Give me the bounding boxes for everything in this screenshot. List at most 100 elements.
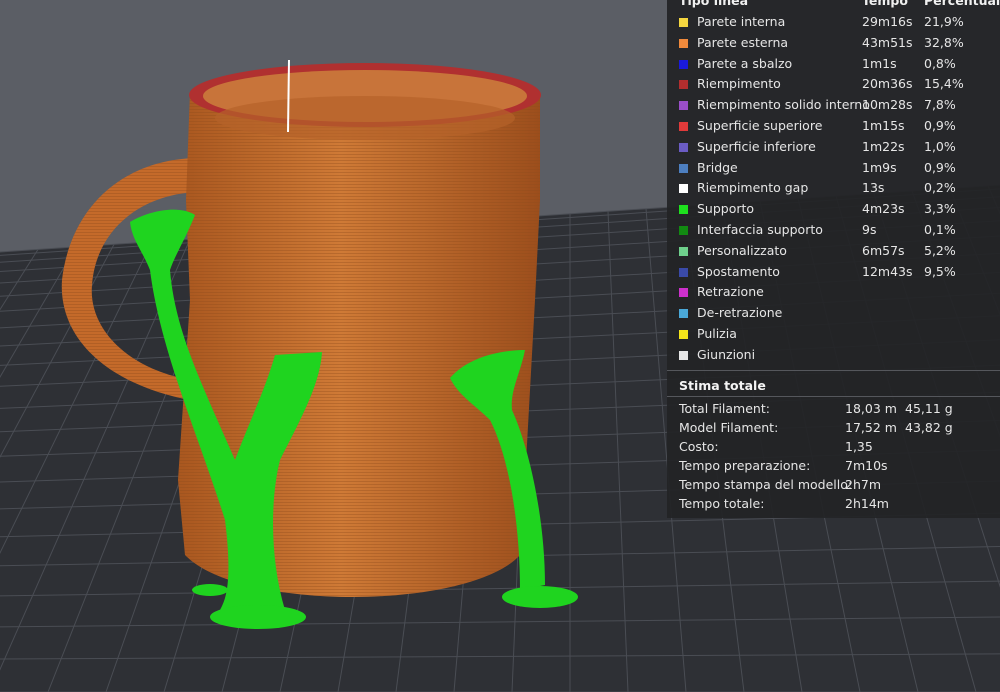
legend-row-time: 20m36s xyxy=(862,76,913,92)
legend-row[interactable]: Giunzioni xyxy=(667,345,1000,366)
legend-row-percent: 0,9% xyxy=(924,118,956,133)
legend-row[interactable]: Parete esterna 43m51s 32,8% xyxy=(667,33,1000,54)
legend-row[interactable]: Riempimento gap 13s 0,2% xyxy=(667,178,1000,199)
legend-row[interactable]: Retrazione xyxy=(667,282,1000,303)
color-swatch xyxy=(679,80,688,90)
mug-interior xyxy=(215,96,515,140)
legend-row-time: 1m1s xyxy=(862,55,897,71)
color-swatch xyxy=(679,18,688,27)
legend-row-label: Pulizia xyxy=(697,326,737,341)
color-swatch xyxy=(679,101,688,111)
legend-row-percent: 5,2% xyxy=(924,242,956,258)
legend-row-label: Riempimento solido interno xyxy=(697,97,870,113)
legend-row-time: 29m16s xyxy=(862,14,913,29)
summary-row: Tempo stampa del modello: 2h7m xyxy=(679,475,999,494)
summary-row-value: 17,52 m xyxy=(845,420,897,435)
legend-row-time: 12m43s xyxy=(862,263,913,279)
legend-row-time: 6m57s xyxy=(862,242,905,258)
legend-row-time: 43m51s xyxy=(862,34,913,50)
legend-row-percent: 9,5% xyxy=(924,263,956,279)
color-swatch xyxy=(679,205,688,215)
legend-header: Tipo linea Tempo Percentuale xyxy=(667,0,1000,8)
legend-row-label: Riempimento xyxy=(697,76,781,92)
support-base-right xyxy=(502,586,578,608)
legend-row[interactable]: Bridge 1m9s 0,9% xyxy=(667,158,1000,179)
color-swatch xyxy=(679,267,688,277)
summary-title: Stima totale xyxy=(679,378,766,393)
summary-row-value: 7m10s xyxy=(845,458,888,473)
summary-row-value: 1,35 xyxy=(845,439,873,454)
legend-row-percent: 32,8% xyxy=(924,34,964,50)
legend-row-percent: 1,0% xyxy=(924,138,956,154)
legend-row-label: Spostamento xyxy=(697,263,780,279)
legend-row-label: De-retrazione xyxy=(697,305,783,321)
legend-row[interactable]: Superficie superiore 1m15s 0,9% xyxy=(667,116,1000,137)
legend-row[interactable]: Parete interna 29m16s 21,9% xyxy=(667,12,1000,33)
col-header-time: Tempo xyxy=(862,0,908,8)
support-base-left xyxy=(210,605,306,629)
summary-row-label: Model Filament: xyxy=(679,420,779,435)
legend-row-time: 13s xyxy=(862,180,885,196)
color-swatch xyxy=(679,350,688,360)
color-swatch xyxy=(679,309,688,319)
color-swatch xyxy=(679,163,688,173)
legend-row-label: Bridge xyxy=(697,159,738,175)
legend-row-time: 10m28s xyxy=(862,97,913,113)
summary-row-label: Tempo totale: xyxy=(679,496,765,511)
legend-row-time: 4m23s xyxy=(862,201,905,217)
legend-row[interactable]: Spostamento 12m43s 9,5% xyxy=(667,262,1000,283)
legend-row-time: 9s xyxy=(862,222,877,237)
summary-row: Model Filament: 17,52 m 43,82 g xyxy=(679,418,999,437)
summary-row-value: 2h7m xyxy=(845,477,882,492)
legend-row[interactable]: Pulizia xyxy=(667,324,1000,345)
legend-row[interactable]: Personalizzato 6m57s 5,2% xyxy=(667,241,1000,262)
legend-row[interactable]: Riempimento 20m36s 15,4% xyxy=(667,74,1000,95)
color-swatch xyxy=(679,142,688,152)
color-swatch xyxy=(679,288,688,298)
color-swatch xyxy=(679,226,688,235)
legend-row-label: Superficie inferiore xyxy=(697,138,816,154)
legend-row-label: Personalizzato xyxy=(697,242,787,258)
summary-row-weight: 43,82 g xyxy=(905,420,953,435)
legend-row[interactable]: Supporto 4m23s 3,3% xyxy=(667,199,1000,220)
legend-row[interactable]: De-retrazione xyxy=(667,303,1000,324)
summary-row-label: Costo: xyxy=(679,439,719,454)
summary-row-label: Tempo preparazione: xyxy=(679,458,811,473)
legend-row-percent: 0,8% xyxy=(924,55,956,71)
legend-row[interactable]: Interfaccia supporto 9s 0,1% xyxy=(667,220,1000,241)
legend-row-percent: 3,3% xyxy=(924,201,956,217)
legend-row-label: Parete interna xyxy=(697,14,786,29)
color-swatch xyxy=(679,122,688,131)
legend-row-time: 1m15s xyxy=(862,118,905,133)
legend-row[interactable]: Parete a sbalzo 1m1s 0,8% xyxy=(667,54,1000,75)
summary-row-label: Tempo stampa del modello: xyxy=(679,477,853,492)
support-base-small xyxy=(192,584,228,596)
legend-row-label: Giunzioni xyxy=(697,346,756,362)
legend-row[interactable]: Superficie inferiore 1m22s 1,0% xyxy=(667,137,1000,158)
legend-row-label: Interfaccia supporto xyxy=(697,222,823,237)
summary-row: Tempo preparazione: 7m10s xyxy=(679,456,999,475)
legend-row-label: Retrazione xyxy=(697,284,764,300)
color-swatch xyxy=(679,38,688,48)
summary-row: Total Filament: 18,03 m 45,11 g xyxy=(679,399,999,418)
legend-row-percent: 7,8% xyxy=(924,97,956,113)
legend-row-percent: 21,9% xyxy=(924,14,964,29)
color-swatch xyxy=(679,330,688,339)
summary-row-value: 18,03 m xyxy=(845,401,897,416)
summary-divider xyxy=(667,396,1000,397)
legend-row-label: Superficie superiore xyxy=(697,118,823,133)
color-swatch xyxy=(679,184,688,194)
legend-row-percent: 0,1% xyxy=(924,222,956,237)
legend-row-percent: 0,2% xyxy=(924,180,956,196)
legend-panel: Tipo linea Tempo Percentuale Parete inte… xyxy=(667,0,1000,518)
legend-row-label: Supporto xyxy=(697,201,755,217)
legend-row-label: Parete a sbalzo xyxy=(697,55,793,71)
legend-row[interactable]: Riempimento solido interno 10m28s 7,8% xyxy=(667,95,1000,116)
summary-row-weight: 45,11 g xyxy=(905,401,953,416)
legend-row-label: Parete esterna xyxy=(697,34,789,50)
color-swatch xyxy=(679,246,688,256)
summary-row-value: 2h14m xyxy=(845,496,889,511)
col-header-type: Tipo linea xyxy=(679,0,749,8)
legend-row-percent: 0,9% xyxy=(924,159,956,175)
summary-row: Costo: 1,35 xyxy=(679,437,999,456)
